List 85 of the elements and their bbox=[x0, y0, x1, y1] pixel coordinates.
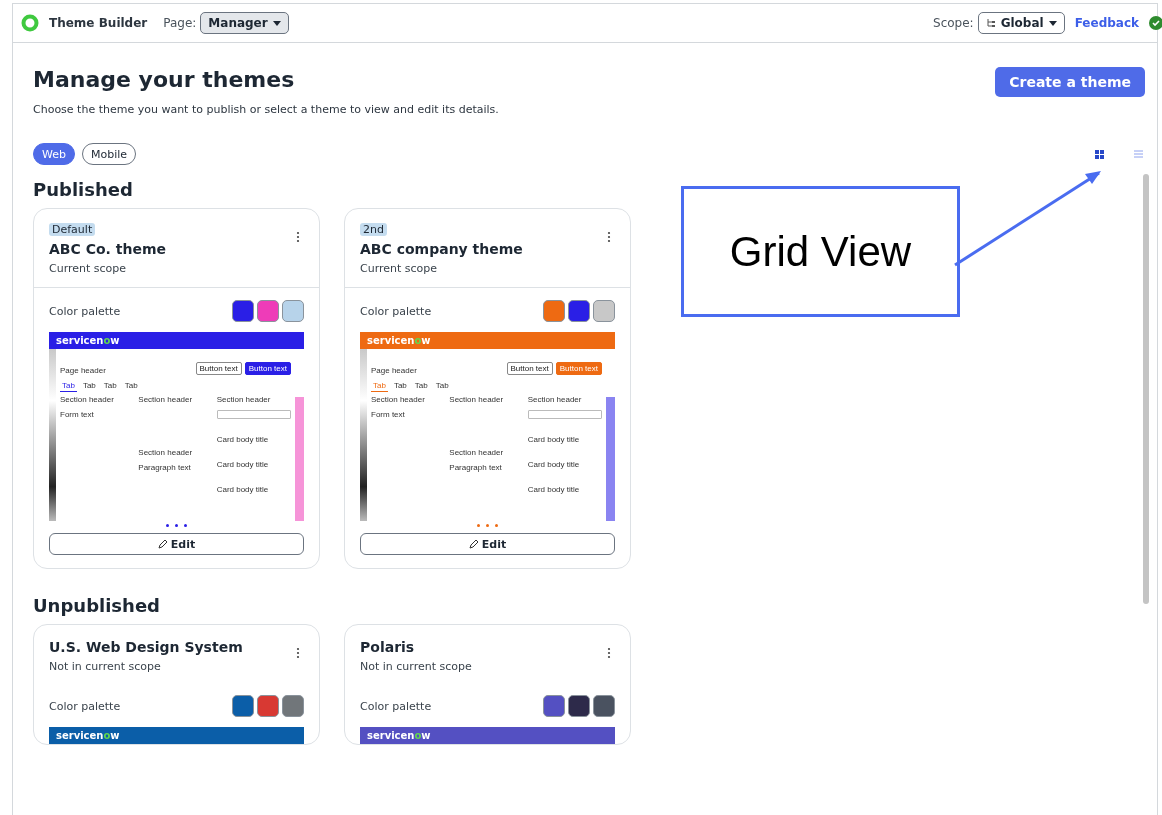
preview-card-title: Card body title bbox=[527, 435, 581, 444]
theme-card[interactable]: Polaris Not in current scope Color palette servicenow bbox=[344, 624, 631, 745]
more-options-icon[interactable] bbox=[606, 647, 612, 659]
preview-section-header: Section header bbox=[138, 448, 194, 457]
preview-tab-label: Tab bbox=[413, 381, 429, 392]
app-logo-icon bbox=[21, 14, 39, 32]
preview-tab-label: Tab bbox=[81, 381, 97, 392]
preview-tab-label: Tab bbox=[123, 381, 139, 392]
palette-label: Color palette bbox=[49, 304, 121, 318]
brand-logo-text: servicenow bbox=[56, 335, 120, 346]
preview-text: Paragraph text bbox=[449, 463, 503, 472]
theme-name: U.S. Web Design System bbox=[49, 639, 243, 655]
more-options-icon[interactable] bbox=[295, 231, 301, 243]
app-name: Theme Builder bbox=[49, 16, 148, 30]
preview-text: Paragraph text bbox=[138, 463, 192, 472]
preview-card-title: Card body title bbox=[527, 485, 581, 494]
edit-button[interactable]: Edit bbox=[49, 533, 304, 555]
caret-icon bbox=[272, 20, 281, 26]
theme-badge: Default bbox=[49, 223, 96, 236]
theme-scope: Not in current scope bbox=[360, 660, 472, 673]
preview-section-header: Section header bbox=[449, 448, 505, 457]
page-dropdown[interactable]: Manager bbox=[200, 12, 289, 34]
preview-card-title: Card body title bbox=[216, 460, 270, 469]
preview-tab-label: Tab bbox=[371, 381, 388, 392]
preview-tab-label: Tab bbox=[434, 381, 450, 392]
preview-section-header: Section header bbox=[60, 395, 115, 404]
theme-scope: Current scope bbox=[49, 262, 127, 275]
create-theme-button[interactable]: Create a theme bbox=[995, 67, 1145, 97]
page-subtitle: Choose the theme you want to publish or select a theme to view and edit its details. bbox=[33, 103, 499, 116]
feedback-link[interactable]: Feedback bbox=[1074, 16, 1139, 30]
more-options-icon[interactable] bbox=[606, 231, 612, 243]
brand-logo-text: servicenow bbox=[367, 335, 431, 346]
preview-tab-label: Tab bbox=[392, 381, 408, 392]
theme-card[interactable] bbox=[344, 208, 631, 569]
scrollbar[interactable] bbox=[1143, 174, 1149, 604]
platform-tab[interactable]: Mobile bbox=[82, 143, 137, 165]
hierarchy-icon bbox=[985, 18, 996, 28]
preview-page-header: Page header bbox=[60, 366, 106, 375]
grid-view-icon[interactable] bbox=[1092, 147, 1106, 161]
platform-tab[interactable]: Web bbox=[33, 143, 75, 165]
preview-page-header: Page header bbox=[371, 366, 417, 375]
palette-label: Color palette bbox=[360, 699, 432, 713]
theme-name: ABC Co. theme bbox=[49, 241, 166, 257]
pagination-dots-icon bbox=[477, 523, 498, 527]
palette-label: Color palette bbox=[49, 699, 121, 713]
preview-button: Button text bbox=[506, 362, 553, 375]
preview-card-title: Card body title bbox=[216, 485, 270, 494]
preview-tab-label: Tab bbox=[102, 381, 118, 392]
preview-text: Form text bbox=[60, 410, 95, 419]
brand-logo-text: servicenow bbox=[56, 730, 120, 741]
theme-card[interactable] bbox=[33, 208, 320, 569]
pencil-icon bbox=[468, 539, 479, 549]
theme-name: ABC company theme bbox=[360, 241, 523, 257]
theme-scope: Current scope bbox=[360, 262, 438, 275]
callout-box: Grid View bbox=[681, 186, 960, 317]
scope-dropdown[interactable]: Global bbox=[977, 12, 1065, 34]
preview-card-title: Card body title bbox=[216, 435, 270, 444]
check-icon bbox=[1149, 16, 1162, 30]
preview-card-title: Card body title bbox=[527, 460, 581, 469]
theme-scope: Not in current scope bbox=[49, 660, 161, 673]
preview-button: Button text bbox=[555, 362, 602, 375]
theme-name: Polaris bbox=[360, 639, 415, 655]
preview-section-header: Section header bbox=[138, 395, 194, 404]
page-label: Page: bbox=[163, 16, 197, 30]
section-title: Published bbox=[33, 179, 134, 200]
preview-button: Button text bbox=[195, 362, 242, 375]
preview-text: Form text bbox=[371, 410, 406, 419]
preview-section-header: Section header bbox=[216, 395, 272, 404]
section-title: Unpublished bbox=[33, 595, 161, 616]
pencil-icon bbox=[157, 539, 168, 549]
page-title: Manage your themes bbox=[33, 67, 296, 92]
preview-section-header: Section header bbox=[449, 395, 505, 404]
theme-card[interactable]: U.S. Web Design System Not in current scope Color palette servicenow bbox=[33, 624, 320, 745]
preview-button: Button text bbox=[244, 362, 291, 375]
brand-logo-text: servicenow bbox=[367, 730, 431, 741]
caret-icon bbox=[1048, 20, 1057, 26]
preview-tab-label: Tab bbox=[60, 381, 77, 392]
preview-section-header: Section header bbox=[527, 395, 583, 404]
theme-badge: 2nd bbox=[360, 223, 387, 236]
palette-label: Color palette bbox=[360, 304, 432, 318]
scope-label: Scope: bbox=[933, 16, 974, 30]
preview-section-header: Section header bbox=[371, 395, 426, 404]
more-options-icon[interactable] bbox=[295, 647, 301, 659]
edit-button[interactable]: Edit bbox=[360, 533, 615, 555]
pagination-dots-icon bbox=[166, 523, 187, 527]
